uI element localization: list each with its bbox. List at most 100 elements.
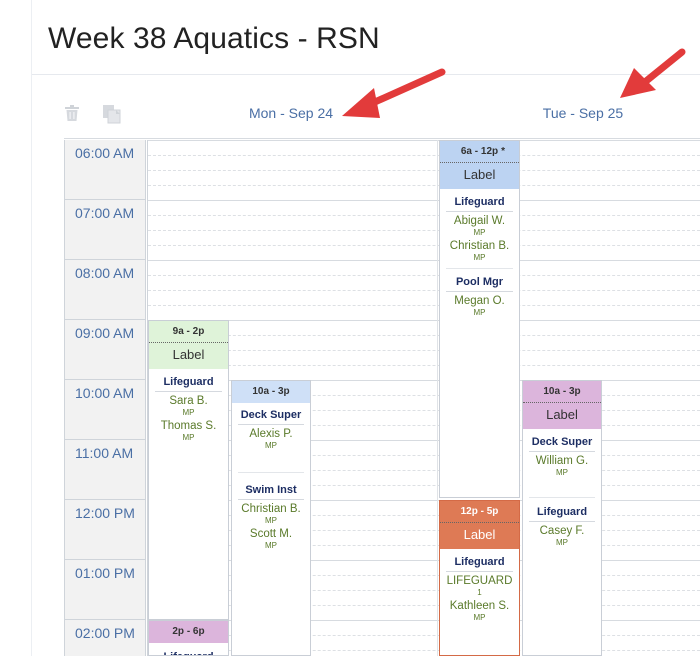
shift-time: 6a - 12p * (440, 141, 519, 163)
shift-label: Label (523, 403, 601, 429)
staff-entry[interactable]: William G. MP (523, 455, 601, 477)
header-divider (32, 74, 700, 75)
grid-hour-line (148, 140, 700, 141)
staff-entry[interactable]: Alexis P. MP (232, 428, 310, 450)
staff-name: Alexis P. (249, 428, 293, 440)
time-label: 12:00 PM (65, 500, 145, 560)
time-label: 01:00 PM (65, 560, 145, 620)
staff-entry[interactable]: Christian B. MP (440, 240, 519, 262)
time-label: 02:00 PM (65, 620, 145, 656)
schedule-frame: Week 38 Aquatics - RSN Mon - Sep 24 Tue … (0, 0, 700, 656)
role-header: Deck Super (529, 436, 595, 452)
time-label: 09:00 AM (65, 320, 145, 380)
role-header: Lifeguard (446, 196, 513, 212)
staff-tag: MP (265, 541, 277, 550)
grid-hour-line (148, 200, 700, 201)
grid-subline (148, 335, 700, 336)
staff-entry[interactable]: Thomas S. MP (149, 420, 228, 442)
copy-icon[interactable] (102, 104, 122, 129)
shift-time: 10a - 3p (232, 381, 310, 403)
staff-tag: MP (265, 516, 277, 525)
staff-tag: MP (473, 253, 486, 262)
staff-tag: 1 (477, 588, 482, 597)
staff-entry[interactable]: Sara B. MP (149, 395, 228, 417)
grid-subline (148, 350, 700, 351)
shift-time: 2p - 6p (149, 621, 228, 643)
role-header: Deck Super (238, 409, 304, 425)
time-column: 06:00 AM 07:00 AM 08:00 AM 09:00 AM 10:0… (64, 140, 146, 656)
shift-card-tue-6a[interactable]: 6a - 12p * Label Lifeguard Abigail W. MP C… (439, 140, 520, 498)
grid-subline (148, 185, 700, 186)
role-divider (238, 472, 304, 473)
staff-name: Megan O. (454, 295, 505, 307)
day-header-mon[interactable]: Mon - Sep 24 (236, 105, 346, 121)
shift-card-tue-10a[interactable]: 10a - 3p Label Deck Super William G. MP L… (522, 380, 602, 656)
role-header: Lifeguard (446, 556, 513, 572)
staff-entry[interactable]: Casey F. MP (523, 525, 601, 547)
staff-tag: MP (265, 441, 277, 450)
shift-flag: * (501, 146, 505, 157)
role-header: Swim Inst (238, 484, 304, 500)
staff-name: Scott M. (249, 528, 293, 540)
grid-hour-line (148, 260, 700, 261)
grid-subline (148, 170, 700, 171)
grid-subline (148, 155, 700, 156)
frame-border (31, 0, 32, 656)
shift-card-mon-9a[interactable]: 9a - 2p Label Lifeguard Sara B. MP Thomas… (148, 320, 229, 620)
staff-name: Casey F. (539, 525, 585, 537)
shift-time-text: 6a - 12p (460, 146, 499, 157)
staff-entry[interactable]: Megan O. MP (440, 295, 519, 317)
grid-subline (148, 305, 700, 306)
role-divider (446, 268, 513, 269)
staff-name: William G. (535, 455, 589, 467)
grid-hour-line (148, 320, 700, 321)
shift-label: Label (440, 523, 519, 549)
staff-name: Thomas S. (160, 420, 217, 432)
shift-time: 12p - 5p (440, 501, 519, 523)
staff-tag: MP (182, 433, 195, 442)
role-header: Pool Mgr (446, 276, 513, 292)
staff-tag: MP (556, 468, 568, 477)
staff-entry[interactable]: Abigail W. MP (440, 215, 519, 237)
time-label: 07:00 AM (65, 200, 145, 260)
day-divider (437, 140, 438, 656)
shift-card-mon-2p[interactable]: 2p - 6p Lifeguard (148, 620, 229, 656)
grid-subline (148, 215, 700, 216)
grid-top-border (64, 138, 700, 139)
role-divider (529, 497, 595, 498)
page-title: Week 38 Aquatics - RSN (48, 22, 380, 55)
shift-label: Label (149, 343, 228, 369)
staff-name: Christian B. (241, 503, 301, 515)
staff-name: LIFEGUARD (446, 575, 513, 587)
grid-subline (148, 290, 700, 291)
shift-time: 9a - 2p (149, 321, 228, 343)
trash-icon[interactable] (64, 104, 80, 127)
staff-name: Abigail W. (453, 215, 506, 227)
grid-subline (148, 365, 700, 366)
staff-entry[interactable]: Kathleen S. MP (440, 600, 519, 622)
shift-card-mon-10a[interactable]: 10a - 3p Deck Super Alexis P. MP Swim Ins… (231, 380, 311, 656)
day-header-tue[interactable]: Tue - Sep 25 (528, 105, 638, 121)
shift-card-tue-12p[interactable]: 12p - 5p Label Lifeguard LIFEGUARD 1 Kath… (439, 500, 520, 656)
time-label: 11:00 AM (65, 440, 145, 500)
role-header: Lifeguard (155, 376, 222, 392)
staff-entry[interactable]: Christian B. MP (232, 503, 310, 525)
staff-name: Christian B. (449, 240, 510, 252)
staff-tag: MP (473, 308, 486, 317)
time-label: 06:00 AM (65, 140, 145, 200)
staff-tag: MP (473, 613, 486, 622)
time-label: 08:00 AM (65, 260, 145, 320)
staff-tag: MP (182, 408, 195, 417)
staff-name: Kathleen S. (449, 600, 510, 612)
shift-time: 10a - 3p (523, 381, 601, 403)
shift-label: Label (440, 163, 519, 189)
grid-subline (148, 245, 700, 246)
grid-subline (148, 275, 700, 276)
staff-tag: MP (473, 228, 486, 237)
staff-entry[interactable]: Scott M. MP (232, 528, 310, 550)
staff-entry[interactable]: LIFEGUARD 1 (440, 575, 519, 597)
grid-subline (148, 230, 700, 231)
time-label: 10:00 AM (65, 380, 145, 440)
staff-name: Sara B. (169, 395, 208, 407)
staff-tag: MP (556, 538, 568, 547)
